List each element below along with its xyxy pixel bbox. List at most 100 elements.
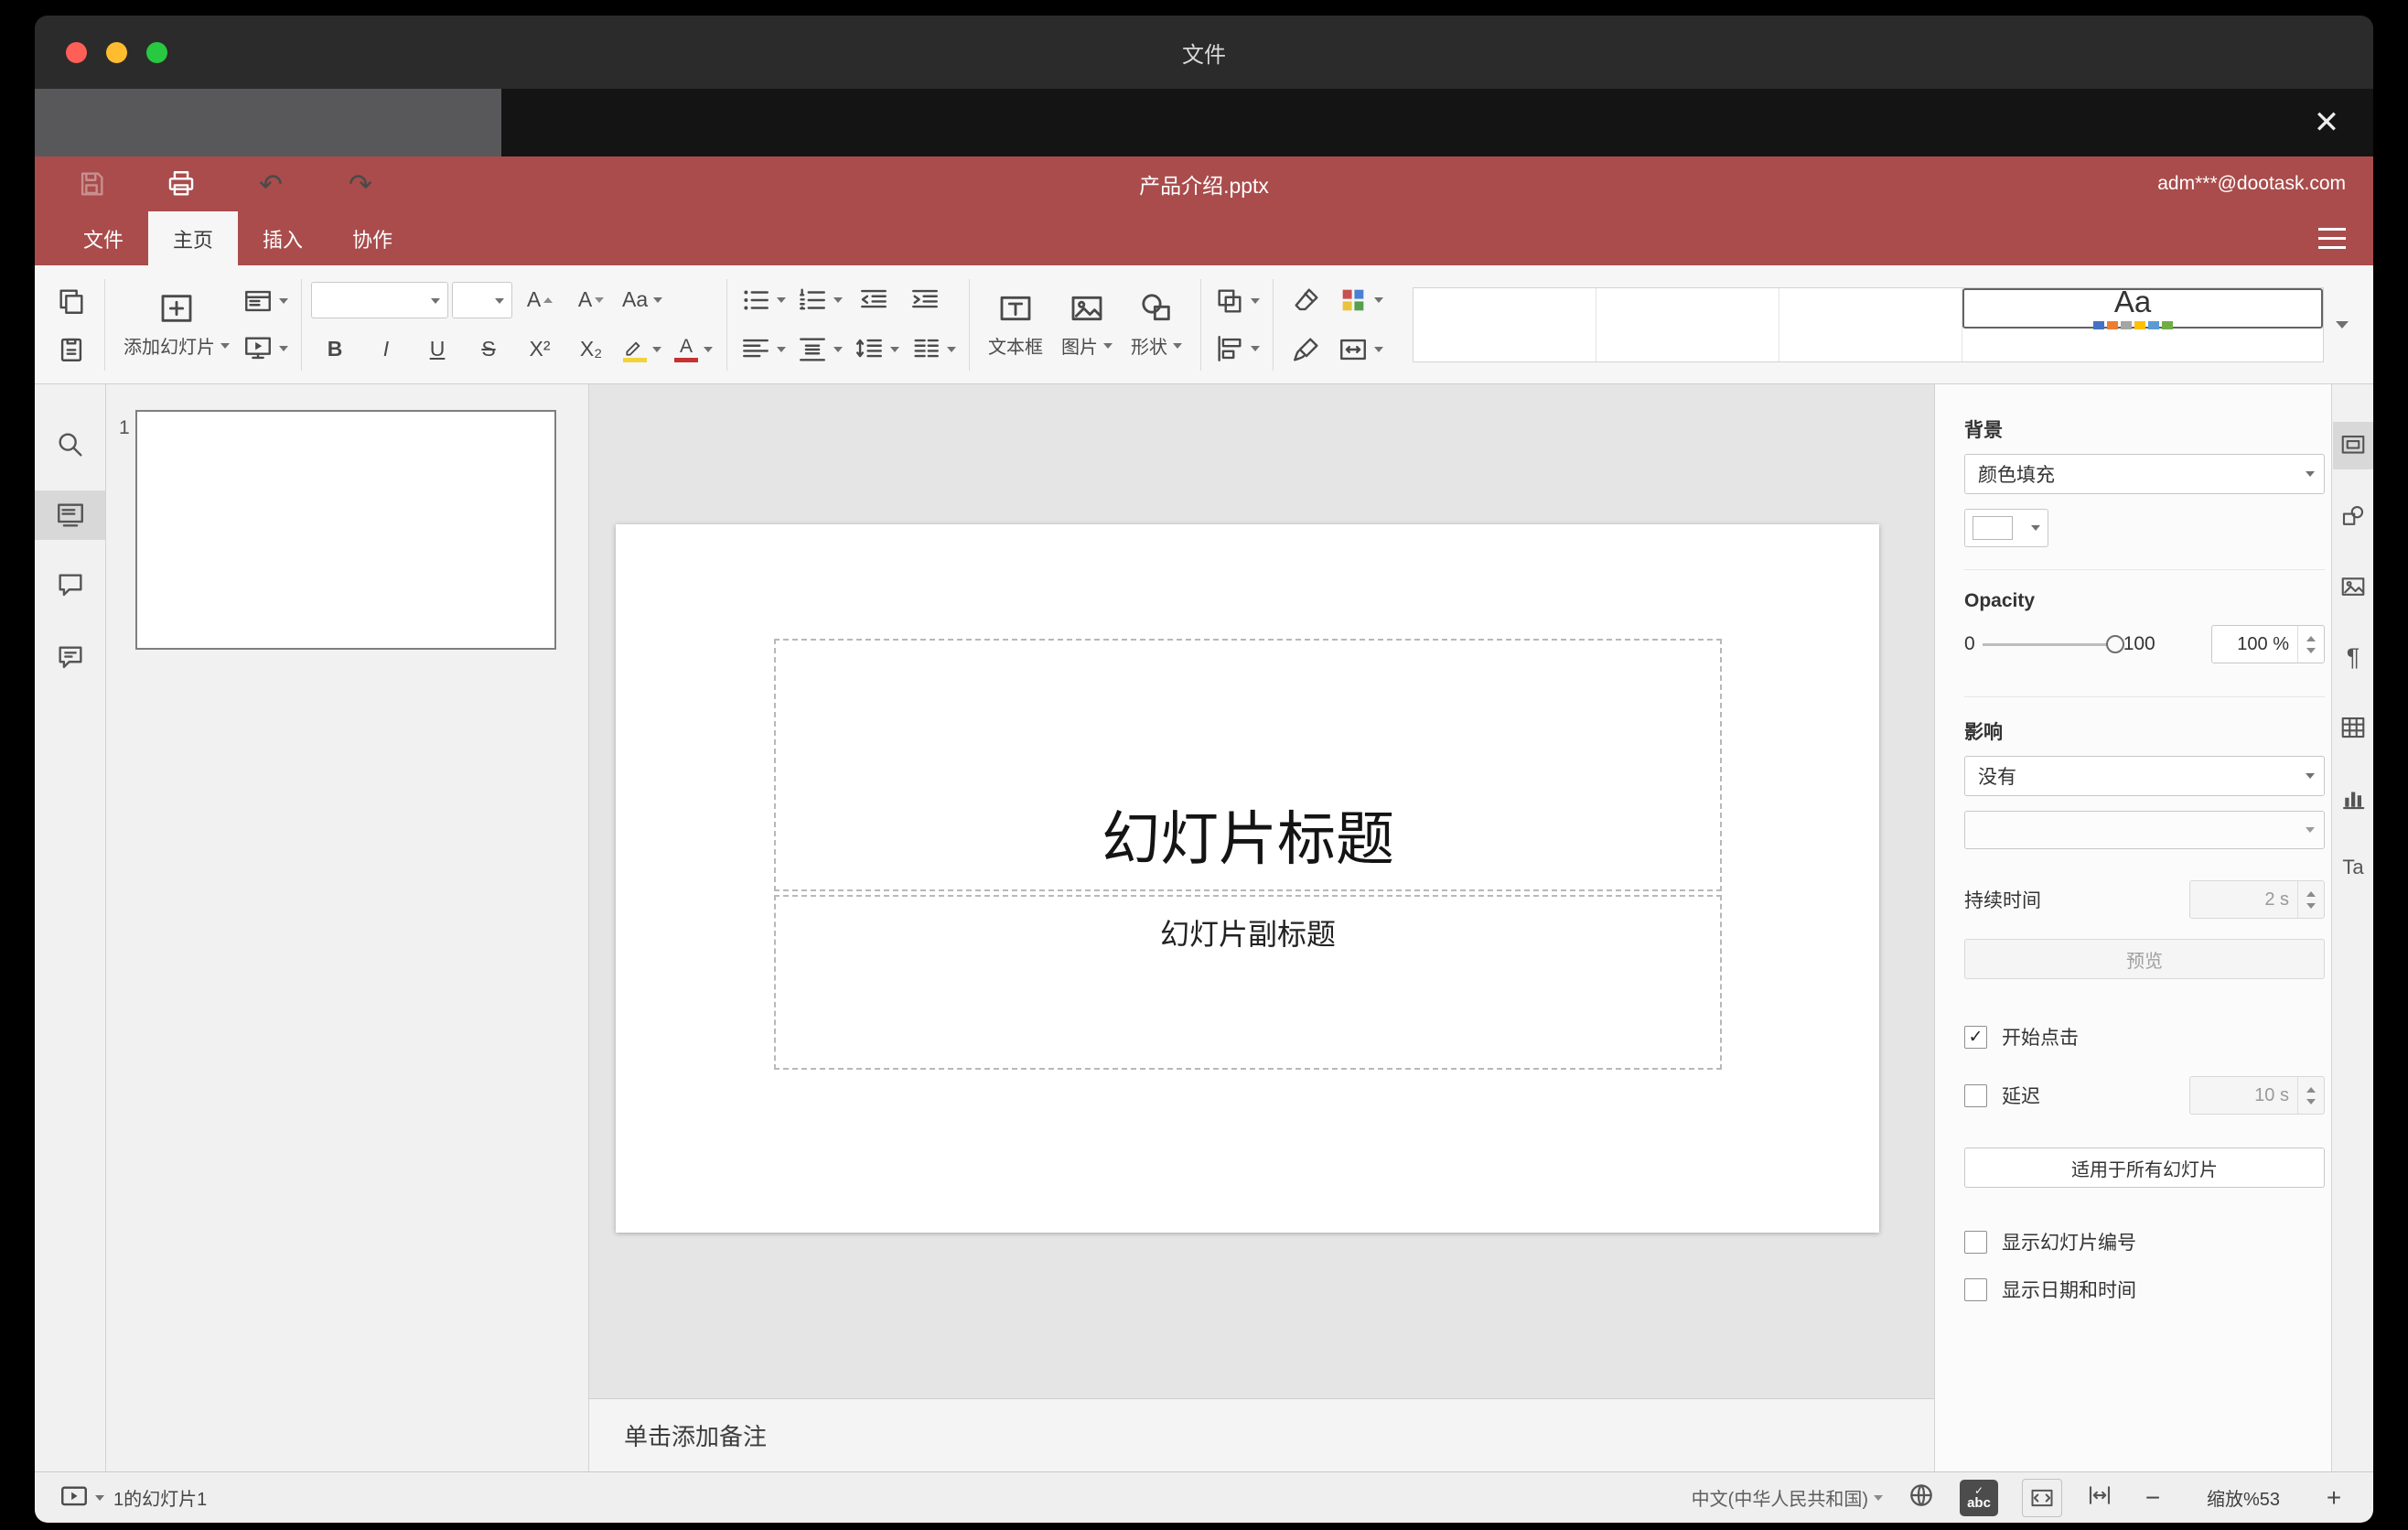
subtitle-placeholder[interactable]: 幻灯片副标题 (774, 895, 1722, 1070)
language-selector[interactable]: 中文(中华人民共和国) (1692, 1484, 1883, 1511)
slide-thumbnail-selected[interactable] (135, 410, 556, 650)
sidebar-item-table-settings[interactable] (2333, 704, 2373, 751)
sidebar-item-comments[interactable] (35, 561, 105, 610)
color-scheme-button[interactable] (1334, 280, 1387, 320)
tab-file[interactable]: 文件 (59, 211, 148, 265)
slide-layout-button[interactable] (239, 281, 292, 321)
vertical-align-button[interactable] (793, 329, 846, 370)
sidebar-item-chart-settings[interactable] (2333, 775, 2373, 823)
decrease-font-button[interactable]: A (567, 280, 615, 320)
insert-shape-button[interactable]: 形状 (1122, 277, 1191, 372)
strikeout-button[interactable]: S (465, 329, 512, 370)
duration-input[interactable]: 2 s (2189, 880, 2325, 919)
opacity-slider[interactable] (1982, 634, 2124, 653)
tab-collaboration[interactable]: 协作 (328, 211, 417, 265)
clear-style-button[interactable] (1283, 280, 1330, 320)
opacity-row: 0 100 100 % (1964, 625, 2325, 663)
spinner[interactable] (2297, 626, 2324, 663)
save-button[interactable] (68, 164, 115, 204)
zoom-traffic-light[interactable] (146, 41, 167, 63)
notes-area[interactable]: 单击添加备注 (589, 1398, 1934, 1471)
start-on-click-checkbox[interactable]: ✓ (1964, 1025, 1987, 1049)
theme-option-selected[interactable]: Aa (1962, 286, 2323, 329)
bullet-list-button[interactable] (736, 280, 790, 320)
opacity-input[interactable]: 100 % (2211, 625, 2325, 663)
sidebar-item-chat[interactable] (35, 633, 105, 683)
increase-font-button[interactable]: A (516, 280, 564, 320)
apply-to-all-button[interactable]: 适用于所有幻灯片 (1964, 1148, 2325, 1188)
italic-button[interactable]: I (362, 329, 410, 370)
font-name-combo[interactable] (311, 281, 448, 318)
show-date-time-checkbox[interactable] (1964, 1277, 1987, 1301)
delay-checkbox[interactable] (1964, 1083, 1987, 1107)
font-size-combo[interactable] (452, 281, 512, 318)
spellcheck-button[interactable]: ✓ abc (1960, 1479, 1998, 1516)
minimize-traffic-light[interactable] (106, 41, 127, 63)
theme-option[interactable] (1414, 287, 1596, 361)
decrease-indent-button[interactable] (850, 280, 898, 320)
duration-value: 2 s (2264, 889, 2289, 910)
sidebar-item-slide-settings[interactable] (2333, 422, 2373, 469)
arrange-shapes-button[interactable] (1210, 281, 1263, 321)
current-color-swatch (1973, 516, 2013, 540)
bold-button[interactable]: B (311, 329, 359, 370)
align-shapes-button[interactable] (1210, 329, 1263, 369)
fill-type-select[interactable]: 颜色填充 (1964, 454, 2325, 494)
add-slide-button[interactable]: 添加幻灯片 (114, 277, 239, 372)
tab-home[interactable]: 主页 (148, 211, 239, 265)
copy-button[interactable] (48, 281, 95, 321)
zoom-level[interactable]: 缩放%53 (2192, 1484, 2295, 1511)
title-placeholder[interactable]: 幻灯片标题 (774, 639, 1722, 891)
close-traffic-light[interactable] (66, 41, 87, 63)
font-color-button[interactable]: A (670, 329, 717, 370)
theme-option[interactable] (1779, 287, 1962, 361)
spinner[interactable] (2297, 881, 2324, 918)
insert-image-button[interactable]: 图片 (1052, 277, 1122, 372)
effect-select[interactable]: 没有 (1964, 756, 2325, 796)
insert-textbox-button[interactable]: 文本框 (979, 277, 1052, 372)
columns-button[interactable] (907, 329, 960, 370)
line-spacing-button[interactable] (850, 329, 903, 370)
slide-canvas[interactable]: 幻灯片标题 幻灯片副标题 (616, 524, 1879, 1233)
zoom-in-button[interactable]: + (2318, 1484, 2349, 1511)
paste-button[interactable] (48, 329, 95, 369)
numbered-list-button[interactable] (793, 280, 846, 320)
sidebar-item-shape-settings[interactable] (2333, 492, 2373, 540)
slider-knob[interactable] (2105, 634, 2124, 653)
copy-style-button[interactable] (1283, 329, 1330, 370)
effect-type-select[interactable] (1964, 811, 2325, 849)
menu-button[interactable] (2318, 211, 2346, 265)
sidebar-item-paragraph-settings[interactable]: ¶ (2333, 633, 2373, 681)
underline-button[interactable]: U (414, 329, 461, 370)
superscript-button[interactable]: X² (516, 329, 564, 370)
sidebar-item-search[interactable] (35, 420, 105, 469)
sidebar-item-slides[interactable] (35, 490, 105, 540)
preview-button[interactable]: 预览 (1964, 939, 2325, 979)
start-slideshow-button[interactable] (239, 329, 292, 369)
spinner[interactable] (2297, 1077, 2324, 1114)
redo-button[interactable]: ↷ (337, 164, 384, 204)
sidebar-item-textart-settings[interactable]: Ta (2333, 844, 2373, 891)
tab-insert[interactable]: 插入 (238, 211, 328, 265)
slide-size-button[interactable] (1334, 329, 1387, 370)
fill-color-picker[interactable] (1964, 509, 2048, 547)
sidebar-item-image-settings[interactable] (2333, 563, 2373, 610)
highlight-color-button[interactable] (618, 329, 666, 370)
close-icon[interactable]: ✕ (2306, 102, 2348, 144)
increase-indent-button[interactable] (901, 280, 949, 320)
show-slide-number-checkbox[interactable] (1964, 1230, 1987, 1254)
print-button[interactable] (157, 164, 205, 204)
undo-button[interactable]: ↶ (247, 164, 295, 204)
zoom-out-button[interactable]: − (2137, 1484, 2168, 1511)
set-language-button[interactable] (1907, 1481, 1936, 1515)
horizontal-align-button[interactable] (736, 329, 790, 370)
chevron-down-icon (1874, 1494, 1883, 1501)
theme-gallery-expand-button[interactable] (2324, 288, 2360, 361)
fit-slide-button[interactable] (2022, 1478, 2062, 1517)
change-case-button[interactable]: Aa (618, 280, 666, 320)
delay-input[interactable]: 10 s (2189, 1076, 2325, 1115)
fit-width-button[interactable] (2086, 1482, 2113, 1514)
theme-option[interactable] (1596, 287, 1779, 361)
subscript-button[interactable]: X₂ (567, 329, 615, 370)
start-slideshow-statusbar-button[interactable] (59, 1478, 104, 1518)
